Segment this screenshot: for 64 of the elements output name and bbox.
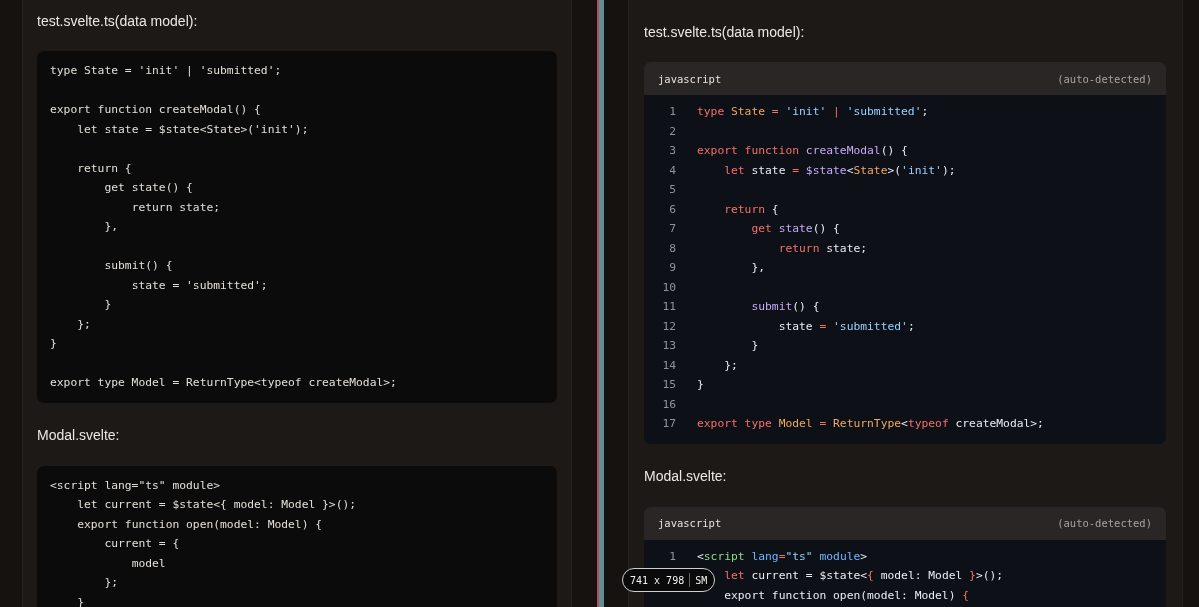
- line-number: 6: [668, 201, 676, 218]
- code-line: export function createModal() {: [50, 102, 261, 118]
- section-heading: test.svelte.ts(data model):: [37, 13, 199, 29]
- code-line: return state;: [778, 240, 868, 257]
- code-line: get state() {: [751, 221, 840, 237]
- line-number: 7: [668, 221, 676, 237]
- code-line: let state = $state<State>('init');: [724, 162, 956, 179]
- code-line: }: [751, 338, 759, 354]
- detection-label: (auto-detected): [1057, 72, 1152, 85]
- code-line: <script lang="ts" module>: [50, 477, 221, 494]
- code-line: }: [50, 336, 57, 352]
- code-line: model: [131, 555, 166, 572]
- code-line: get state() {: [104, 180, 193, 196]
- code-line: state = 'submitted';: [131, 277, 268, 294]
- code-line: };: [724, 357, 738, 374]
- code-line: },: [751, 260, 766, 276]
- breakpoint-label: SM: [695, 574, 708, 586]
- line-number: 14: [661, 357, 676, 374]
- section-heading: Modal.svelte:: [37, 426, 121, 443]
- line-number: 15: [661, 377, 676, 393]
- code-line: return {: [724, 201, 779, 218]
- code-line: state = 'submitted';: [778, 318, 915, 335]
- code-line: }: [104, 297, 112, 313]
- code-line: type State = 'init' | 'submitted';: [50, 63, 282, 79]
- code-line: export function createModal() {: [697, 143, 908, 159]
- code-line: type State = 'init' | 'submitted';: [697, 104, 929, 120]
- code-line: submit() {: [751, 299, 820, 315]
- code-line: submit() {: [104, 258, 173, 274]
- code-line: return state;: [131, 199, 221, 216]
- line-number: 2: [668, 123, 676, 140]
- code-line: export type Model = ReturnType<typeof createModal>;: [50, 375, 397, 391]
- code-line: <script lang="ts" module>: [697, 548, 868, 565]
- code-line: return {: [77, 160, 132, 177]
- code-line: };: [77, 316, 91, 333]
- line-number: 13: [661, 338, 676, 354]
- code-line: export type Model = ReturnType<typeof createModal>;: [697, 416, 1044, 432]
- line-number: 11: [661, 299, 676, 315]
- code-line: },: [104, 219, 119, 235]
- code-line: };: [104, 575, 119, 591]
- line-number: 1: [668, 104, 676, 120]
- line-number: 10: [661, 279, 676, 296]
- code-line: }: [697, 377, 704, 393]
- line-number: 4: [668, 162, 676, 179]
- line-number: 3: [668, 143, 676, 159]
- code-line: let current = $state<{ model: Model }>();: [77, 497, 357, 513]
- code-line: let state = $state<State>('init');: [77, 121, 309, 138]
- language-label: javascript: [658, 517, 722, 529]
- language-label: javascript: [658, 72, 722, 85]
- line-number: 1: [668, 548, 676, 565]
- code-line: current = {: [104, 536, 180, 552]
- code-line: let current = $state<{ model: Model }>();: [724, 568, 1004, 584]
- code-line: export function open(model: Model) {: [77, 516, 323, 533]
- line-number: 17: [661, 416, 676, 432]
- code-line: }: [77, 594, 85, 607]
- code-line: export function open(model: Model) {: [724, 587, 970, 604]
- detection-label: (auto-detected): [1057, 517, 1152, 529]
- viewport-size: 741 x 798: [630, 574, 685, 586]
- line-number: 8: [668, 240, 676, 257]
- line-number: 9: [668, 260, 676, 276]
- line-number: 12: [661, 318, 676, 335]
- line-number: 5: [668, 182, 676, 198]
- line-number: 16: [661, 396, 676, 413]
- section-heading: test.svelte.ts(data model):: [644, 24, 806, 40]
- section-heading: Modal.svelte:: [644, 467, 728, 484]
